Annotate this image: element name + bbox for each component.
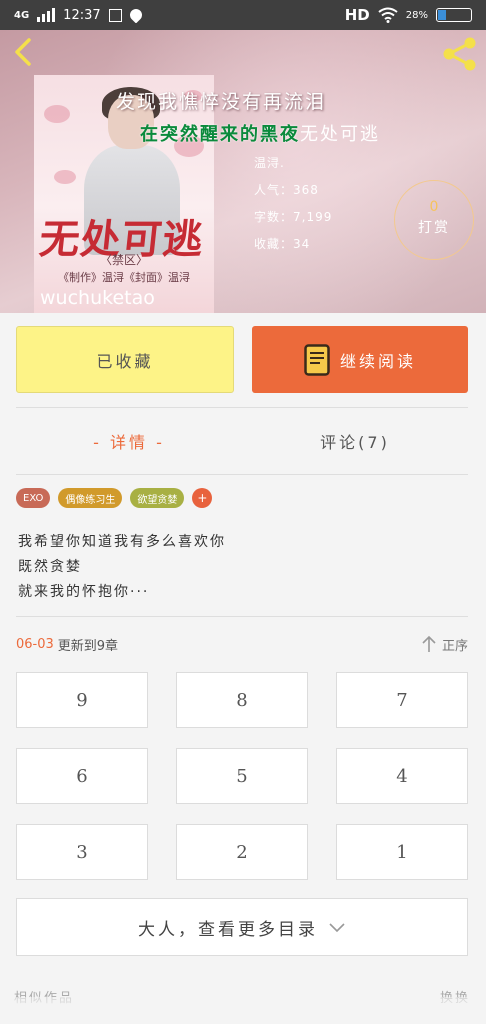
continue-reading-label: 继续阅读	[339, 351, 416, 371]
chapter-button[interactable]: 3	[16, 824, 148, 880]
book-quote: 发现我憔悴没有再流泪	[116, 91, 327, 113]
divider	[16, 616, 468, 617]
update-label: 更新到9章	[57, 638, 119, 654]
reward-button[interactable]: 0 打赏	[394, 180, 474, 260]
chevron-down-icon	[329, 923, 345, 933]
chevron-left-icon[interactable]	[8, 36, 40, 68]
continue-reading-button[interactable]: 继续阅读	[252, 326, 468, 393]
book-icon	[304, 343, 330, 376]
hd-label: HD	[344, 6, 370, 24]
book-description: 我希望你知道我有多么喜欢你 既然贪婪 就来我的怀抱你···	[18, 530, 226, 605]
cover-subtitle: 〈禁区〉	[99, 253, 148, 267]
sort-toggle[interactable]: 正序	[422, 635, 468, 654]
detail-tabs: - 详情 - 评论(7)	[16, 407, 468, 475]
word-count-stat: 字数：7,199	[254, 210, 333, 224]
share-icon[interactable]	[440, 36, 478, 72]
arrow-up-icon	[422, 635, 436, 652]
author-line[interactable]: 温浔.	[254, 154, 285, 171]
book-hero: 无处可逃 〈禁区〉 《制作》温浔《封面》温浔 wuchuketao 发现我憔悴没…	[0, 30, 486, 313]
update-info: 06-03 更新到9章 正序	[16, 632, 468, 656]
network-label: 4G	[14, 9, 30, 21]
battery-fill	[438, 10, 447, 20]
description-line: 我希望你知道我有多么喜欢你	[18, 534, 226, 550]
battery-percent: 28%	[405, 9, 428, 21]
chapter-button[interactable]: 5	[176, 748, 308, 804]
view-more-label: 大人，查看更多目录	[138, 919, 318, 940]
action-bar: 已收藏 继续阅读	[0, 313, 486, 407]
book-title-highlight: 在突然醒来的黑夜	[140, 124, 300, 145]
flame-icon	[127, 6, 145, 24]
add-tag-button[interactable]: +	[192, 488, 213, 508]
clock: 12:37	[63, 7, 101, 23]
tag-list: EXO 偶像练习生 欲望贪婪 +	[16, 488, 213, 508]
signal-icon	[37, 8, 56, 22]
tab-details-label: - 详情 -	[93, 433, 165, 452]
favorites-stat: 收藏：34	[254, 237, 311, 251]
chapter-button[interactable]: 1	[336, 824, 468, 880]
tab-comments-label: 评论(7)	[320, 433, 390, 452]
chapter-button[interactable]: 2	[176, 824, 308, 880]
status-bar: 4G 12:37 HD 28%	[0, 0, 486, 30]
chapter-button[interactable]: 8	[176, 672, 308, 728]
favorite-label: 已收藏	[96, 351, 154, 371]
favorite-button[interactable]: 已收藏	[16, 326, 234, 393]
wifi-icon	[378, 7, 398, 23]
view-more-chapters-button[interactable]: 大人，查看更多目录	[16, 898, 468, 956]
tab-comments[interactable]: 评论(7)	[242, 408, 468, 474]
chapter-grid: 9 8 7 6 5 4 3 2 1	[16, 672, 468, 880]
cover-credit: 《制作》温浔《封面》温浔	[58, 271, 190, 284]
update-date: 06-03	[16, 636, 54, 652]
screenshot-icon	[108, 8, 122, 22]
cover-watermark: wuchuketao	[40, 287, 155, 309]
chapter-button[interactable]: 4	[336, 748, 468, 804]
reward-label: 打赏	[418, 220, 450, 236]
sort-label: 正序	[441, 638, 468, 654]
chapter-button[interactable]: 6	[16, 748, 148, 804]
book-title-suffix: 无处可逃	[300, 124, 380, 145]
tag-idol-trainee[interactable]: 偶像练习生	[58, 488, 123, 508]
description-line: 既然贪婪	[18, 559, 82, 575]
tag-exo[interactable]: EXO	[16, 488, 51, 508]
popularity-stat: 人气：368	[254, 183, 319, 197]
tag-desire-greed[interactable]: 欲望贪婪	[130, 488, 185, 508]
reward-count: 0	[429, 199, 439, 215]
battery-icon	[436, 8, 472, 22]
book-title: 在突然醒来的黑夜无处可逃	[140, 120, 380, 146]
description-line: 就来我的怀抱你···	[18, 584, 150, 600]
tab-details[interactable]: - 详情 -	[16, 408, 242, 474]
chapter-button[interactable]: 7	[336, 672, 468, 728]
chapter-button[interactable]: 9	[16, 672, 148, 728]
